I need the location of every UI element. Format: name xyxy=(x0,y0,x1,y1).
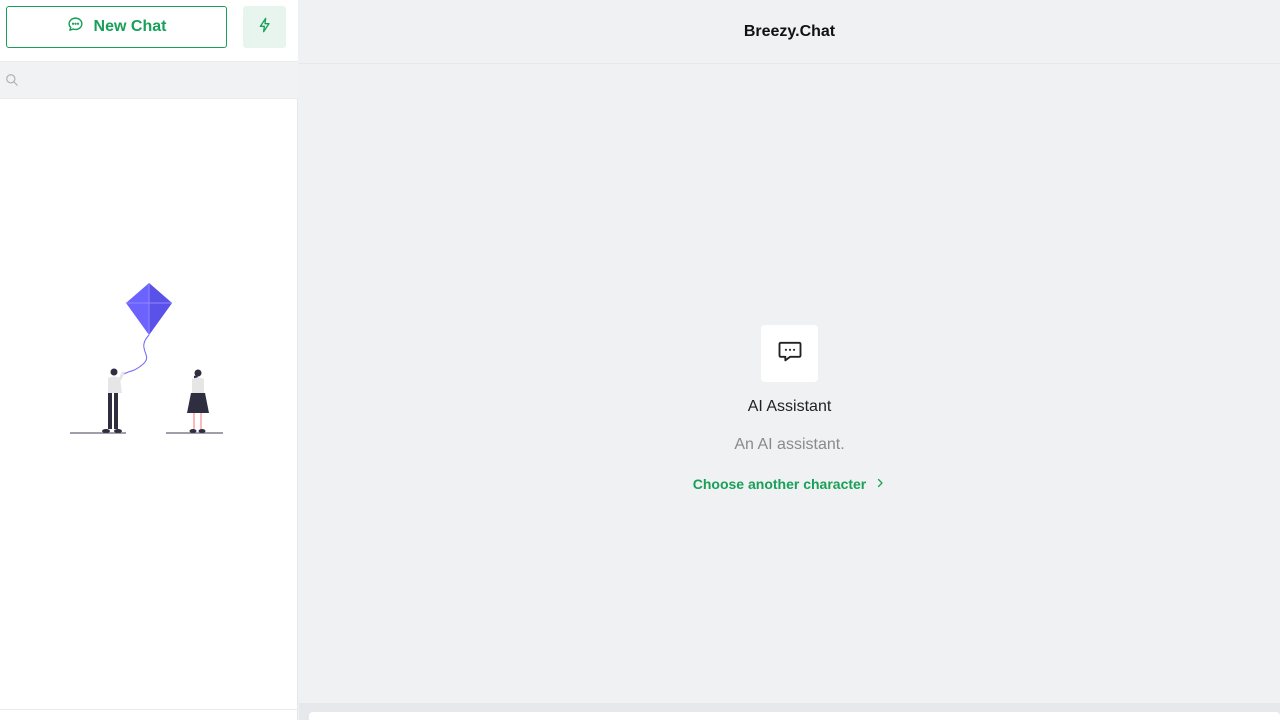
new-chat-label: New Chat xyxy=(93,18,167,35)
sidebar: New Chat xyxy=(0,0,298,720)
lightning-icon xyxy=(257,17,273,38)
message-dots-icon xyxy=(776,337,804,370)
character-name: AI Assistant xyxy=(747,398,832,415)
quick-action-button[interactable] xyxy=(243,6,286,48)
main-panel: Breezy.Chat AI Assistant An AI assistant… xyxy=(299,0,1280,720)
choose-character-link[interactable]: Choose another character xyxy=(693,476,887,492)
app-window: New Chat Breezy.Chat AI Assistant An AI … xyxy=(0,0,1280,720)
chat-bubble-icon xyxy=(67,16,84,38)
character-avatar xyxy=(761,325,818,382)
message-input[interactable] xyxy=(309,712,1280,720)
header: Breezy.Chat xyxy=(299,0,1280,64)
search-bar xyxy=(0,61,298,99)
choose-character-label: Choose another character xyxy=(692,476,867,492)
kite-flying-illustration xyxy=(60,275,236,440)
character-card: AI Assistant An AI assistant. Choose ano… xyxy=(299,325,1280,492)
search-icon xyxy=(0,73,24,87)
character-description: An AI assistant. xyxy=(734,436,845,453)
sidebar-footer-divider xyxy=(0,709,298,710)
new-chat-button[interactable]: New Chat xyxy=(6,6,227,48)
app-title: Breezy.Chat xyxy=(743,22,836,40)
sidebar-toolbar: New Chat xyxy=(0,0,298,61)
search-input[interactable] xyxy=(24,65,284,95)
chevron-right-icon xyxy=(874,476,886,492)
